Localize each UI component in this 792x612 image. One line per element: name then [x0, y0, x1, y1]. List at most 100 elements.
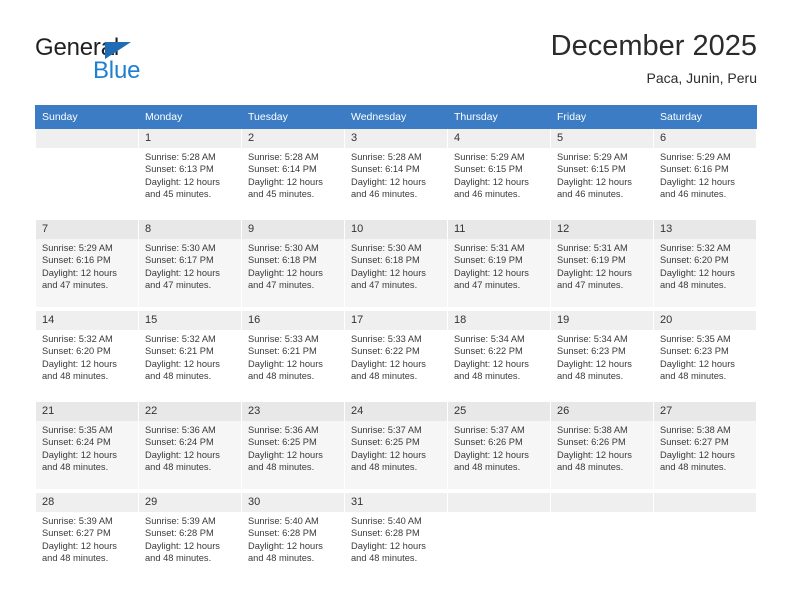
calendar-day[interactable]: 22 Sunrise: 5:36 AM Sunset: 6:24 PM Dayligh…: [139, 402, 241, 490]
day-details: Sunrise: 5:29 AM Sunset: 6:16 PM Daylight:…: [654, 148, 756, 201]
sunset-time: Sunset: 6:14 PM: [351, 164, 420, 175]
calendar-cell: 6 Sunrise: 5:29 AM Sunset: 6:16 PM Daylight…: [653, 128, 757, 217]
day-number: 26: [551, 402, 653, 421]
calendar-day[interactable]: 31 Sunrise: 5:40 AM Sunset: 6:28 PM Dayligh…: [345, 493, 447, 581]
daylight-duration-line2: and 47 minutes.: [351, 280, 418, 291]
calendar-cell: 19 Sunrise: 5:34 AM Sunset: 6:23 PM Dayligh…: [550, 311, 654, 399]
calendar-cell: 9 Sunrise: 5:30 AM Sunset: 6:18 PM Daylight…: [241, 220, 345, 308]
daylight-duration-line1: Daylight: 12 hours: [351, 176, 426, 187]
sunrise-time: Sunrise: 5:35 AM: [660, 334, 731, 344]
calendar-day[interactable]: 13 Sunrise: 5:32 AM Sunset: 6:20 PM Dayligh…: [654, 220, 756, 308]
calendar-day[interactable]: 21 Sunrise: 5:35 AM Sunset: 6:24 PM Dayligh…: [36, 402, 138, 490]
calendar-day[interactable]: 9 Sunrise: 5:30 AM Sunset: 6:18 PM Daylight…: [242, 220, 344, 308]
sunset-time: Sunset: 6:21 PM: [145, 346, 214, 357]
day-number: 25: [448, 402, 550, 421]
sunrise-time: Sunrise: 5:30 AM: [248, 243, 319, 253]
daylight-duration-line1: Daylight: 12 hours: [42, 540, 117, 551]
daylight-duration-line2: and 47 minutes.: [557, 280, 624, 291]
calendar-day[interactable]: 18 Sunrise: 5:34 AM Sunset: 6:22 PM Dayligh…: [448, 311, 550, 399]
calendar-day[interactable]: 26 Sunrise: 5:38 AM Sunset: 6:26 PM Dayligh…: [551, 402, 653, 490]
day-details: Sunrise: 5:28 AM Sunset: 6:13 PM Daylight:…: [139, 148, 241, 201]
calendar-day[interactable]: 11 Sunrise: 5:31 AM Sunset: 6:19 PM Dayligh…: [448, 220, 550, 308]
calendar-day[interactable]: 19 Sunrise: 5:34 AM Sunset: 6:23 PM Dayligh…: [551, 311, 653, 399]
calendar-day[interactable]: 30 Sunrise: 5:40 AM Sunset: 6:28 PM Dayligh…: [242, 493, 344, 581]
sunrise-time: Sunrise: 5:34 AM: [454, 334, 525, 344]
calendar-day[interactable]: 29 Sunrise: 5:39 AM Sunset: 6:28 PM Dayligh…: [139, 493, 241, 581]
calendar-day[interactable]: 20 Sunrise: 5:35 AM Sunset: 6:23 PM Dayligh…: [654, 311, 756, 399]
calendar-cell: [35, 128, 139, 217]
sunset-time: Sunset: 6:24 PM: [42, 437, 111, 448]
sunrise-time: Sunrise: 5:39 AM: [145, 516, 216, 526]
sunset-time: Sunset: 6:20 PM: [42, 346, 111, 357]
calendar-cell: 29 Sunrise: 5:39 AM Sunset: 6:28 PM Dayligh…: [138, 493, 242, 581]
daylight-duration-line2: and 48 minutes.: [42, 462, 109, 473]
day-details: Sunrise: 5:38 AM Sunset: 6:26 PM Daylight:…: [551, 421, 653, 474]
sunset-time: Sunset: 6:14 PM: [248, 164, 317, 175]
calendar-day[interactable]: 28 Sunrise: 5:39 AM Sunset: 6:27 PM Dayligh…: [36, 493, 138, 581]
daylight-duration-line2: and 46 minutes.: [454, 189, 521, 200]
day-details: Sunrise: 5:37 AM Sunset: 6:26 PM Daylight:…: [448, 421, 550, 474]
calendar-cell: 13 Sunrise: 5:32 AM Sunset: 6:20 PM Dayligh…: [653, 220, 757, 308]
calendar-cell: 22 Sunrise: 5:36 AM Sunset: 6:24 PM Dayligh…: [138, 402, 242, 490]
calendar-cell: [447, 493, 551, 581]
calendar-day[interactable]: 23 Sunrise: 5:36 AM Sunset: 6:25 PM Dayligh…: [242, 402, 344, 490]
sunset-time: Sunset: 6:15 PM: [454, 164, 523, 175]
daylight-duration-line1: Daylight: 12 hours: [660, 267, 735, 278]
day-details: Sunrise: 5:36 AM Sunset: 6:24 PM Daylight:…: [139, 421, 241, 474]
day-number: 23: [242, 402, 344, 421]
daylight-duration-line1: Daylight: 12 hours: [454, 267, 529, 278]
sunrise-time: Sunrise: 5:32 AM: [660, 243, 731, 253]
day-details: Sunrise: 5:40 AM Sunset: 6:28 PM Daylight:…: [345, 512, 447, 565]
day-number: 28: [36, 493, 138, 512]
calendar-cell: 3 Sunrise: 5:28 AM Sunset: 6:14 PM Daylight…: [344, 128, 448, 217]
day-number: 18: [448, 311, 550, 330]
day-number: [448, 493, 550, 512]
calendar-day[interactable]: 16 Sunrise: 5:33 AM Sunset: 6:21 PM Dayligh…: [242, 311, 344, 399]
day-details: Sunrise: 5:32 AM Sunset: 6:20 PM Daylight:…: [654, 239, 756, 292]
daylight-duration-line1: Daylight: 12 hours: [351, 358, 426, 369]
calendar-day[interactable]: 27 Sunrise: 5:38 AM Sunset: 6:27 PM Dayligh…: [654, 402, 756, 490]
calendar-day[interactable]: 24 Sunrise: 5:37 AM Sunset: 6:25 PM Dayligh…: [345, 402, 447, 490]
sunrise-time: Sunrise: 5:28 AM: [248, 152, 319, 162]
sunrise-time: Sunrise: 5:29 AM: [454, 152, 525, 162]
calendar-week-row: 21 Sunrise: 5:35 AM Sunset: 6:24 PM Dayligh…: [35, 402, 757, 490]
day-number: 30: [242, 493, 344, 512]
day-number: 27: [654, 402, 756, 421]
daylight-duration-line2: and 45 minutes.: [248, 189, 315, 200]
daylight-duration-line2: and 48 minutes.: [557, 462, 624, 473]
calendar-day[interactable]: 5 Sunrise: 5:29 AM Sunset: 6:15 PM Daylight…: [551, 129, 653, 217]
day-number: 4: [448, 129, 550, 148]
sunrise-time: Sunrise: 5:29 AM: [660, 152, 731, 162]
day-number: 3: [345, 129, 447, 148]
daylight-duration-line1: Daylight: 12 hours: [660, 176, 735, 187]
day-number: 6: [654, 129, 756, 148]
sunset-time: Sunset: 6:16 PM: [42, 255, 111, 266]
general-blue-logo[interactable]: General Blue: [35, 34, 205, 92]
calendar-head: Sunday Monday Tuesday Wednesday Thursday…: [35, 105, 757, 129]
daylight-duration-line2: and 48 minutes.: [248, 371, 315, 382]
calendar-day[interactable]: 15 Sunrise: 5:32 AM Sunset: 6:21 PM Dayligh…: [139, 311, 241, 399]
weekday-header-tuesday: Tuesday: [241, 105, 345, 129]
day-details: Sunrise: 5:39 AM Sunset: 6:28 PM Daylight:…: [139, 512, 241, 565]
calendar-day[interactable]: 10 Sunrise: 5:30 AM Sunset: 6:18 PM Dayligh…: [345, 220, 447, 308]
calendar-day[interactable]: 2 Sunrise: 5:28 AM Sunset: 6:14 PM Daylight…: [242, 129, 344, 217]
sunrise-time: Sunrise: 5:37 AM: [351, 425, 422, 435]
calendar-day[interactable]: 17 Sunrise: 5:33 AM Sunset: 6:22 PM Dayligh…: [345, 311, 447, 399]
calendar-day[interactable]: 1 Sunrise: 5:28 AM Sunset: 6:13 PM Daylight…: [139, 129, 241, 217]
calendar-day[interactable]: 6 Sunrise: 5:29 AM Sunset: 6:16 PM Daylight…: [654, 129, 756, 217]
sunset-time: Sunset: 6:24 PM: [145, 437, 214, 448]
daylight-duration-line1: Daylight: 12 hours: [248, 540, 323, 551]
calendar-week-row: 1 Sunrise: 5:28 AM Sunset: 6:13 PM Daylight…: [35, 128, 757, 217]
calendar-day[interactable]: 7 Sunrise: 5:29 AM Sunset: 6:16 PM Daylight…: [36, 220, 138, 308]
calendar-day[interactable]: 14 Sunrise: 5:32 AM Sunset: 6:20 PM Dayligh…: [36, 311, 138, 399]
sunrise-time: Sunrise: 5:40 AM: [248, 516, 319, 526]
calendar-day[interactable]: 8 Sunrise: 5:30 AM Sunset: 6:17 PM Daylight…: [139, 220, 241, 308]
sunset-time: Sunset: 6:17 PM: [145, 255, 214, 266]
calendar-cell: 18 Sunrise: 5:34 AM Sunset: 6:22 PM Dayligh…: [447, 311, 551, 399]
calendar-day[interactable]: 4 Sunrise: 5:29 AM Sunset: 6:15 PM Daylight…: [448, 129, 550, 217]
daylight-duration-line2: and 45 minutes.: [145, 189, 212, 200]
calendar-day[interactable]: 25 Sunrise: 5:37 AM Sunset: 6:26 PM Dayligh…: [448, 402, 550, 490]
calendar-day[interactable]: 3 Sunrise: 5:28 AM Sunset: 6:14 PM Daylight…: [345, 129, 447, 217]
calendar-day[interactable]: 12 Sunrise: 5:31 AM Sunset: 6:19 PM Dayligh…: [551, 220, 653, 308]
calendar-cell: 26 Sunrise: 5:38 AM Sunset: 6:26 PM Dayligh…: [550, 402, 654, 490]
